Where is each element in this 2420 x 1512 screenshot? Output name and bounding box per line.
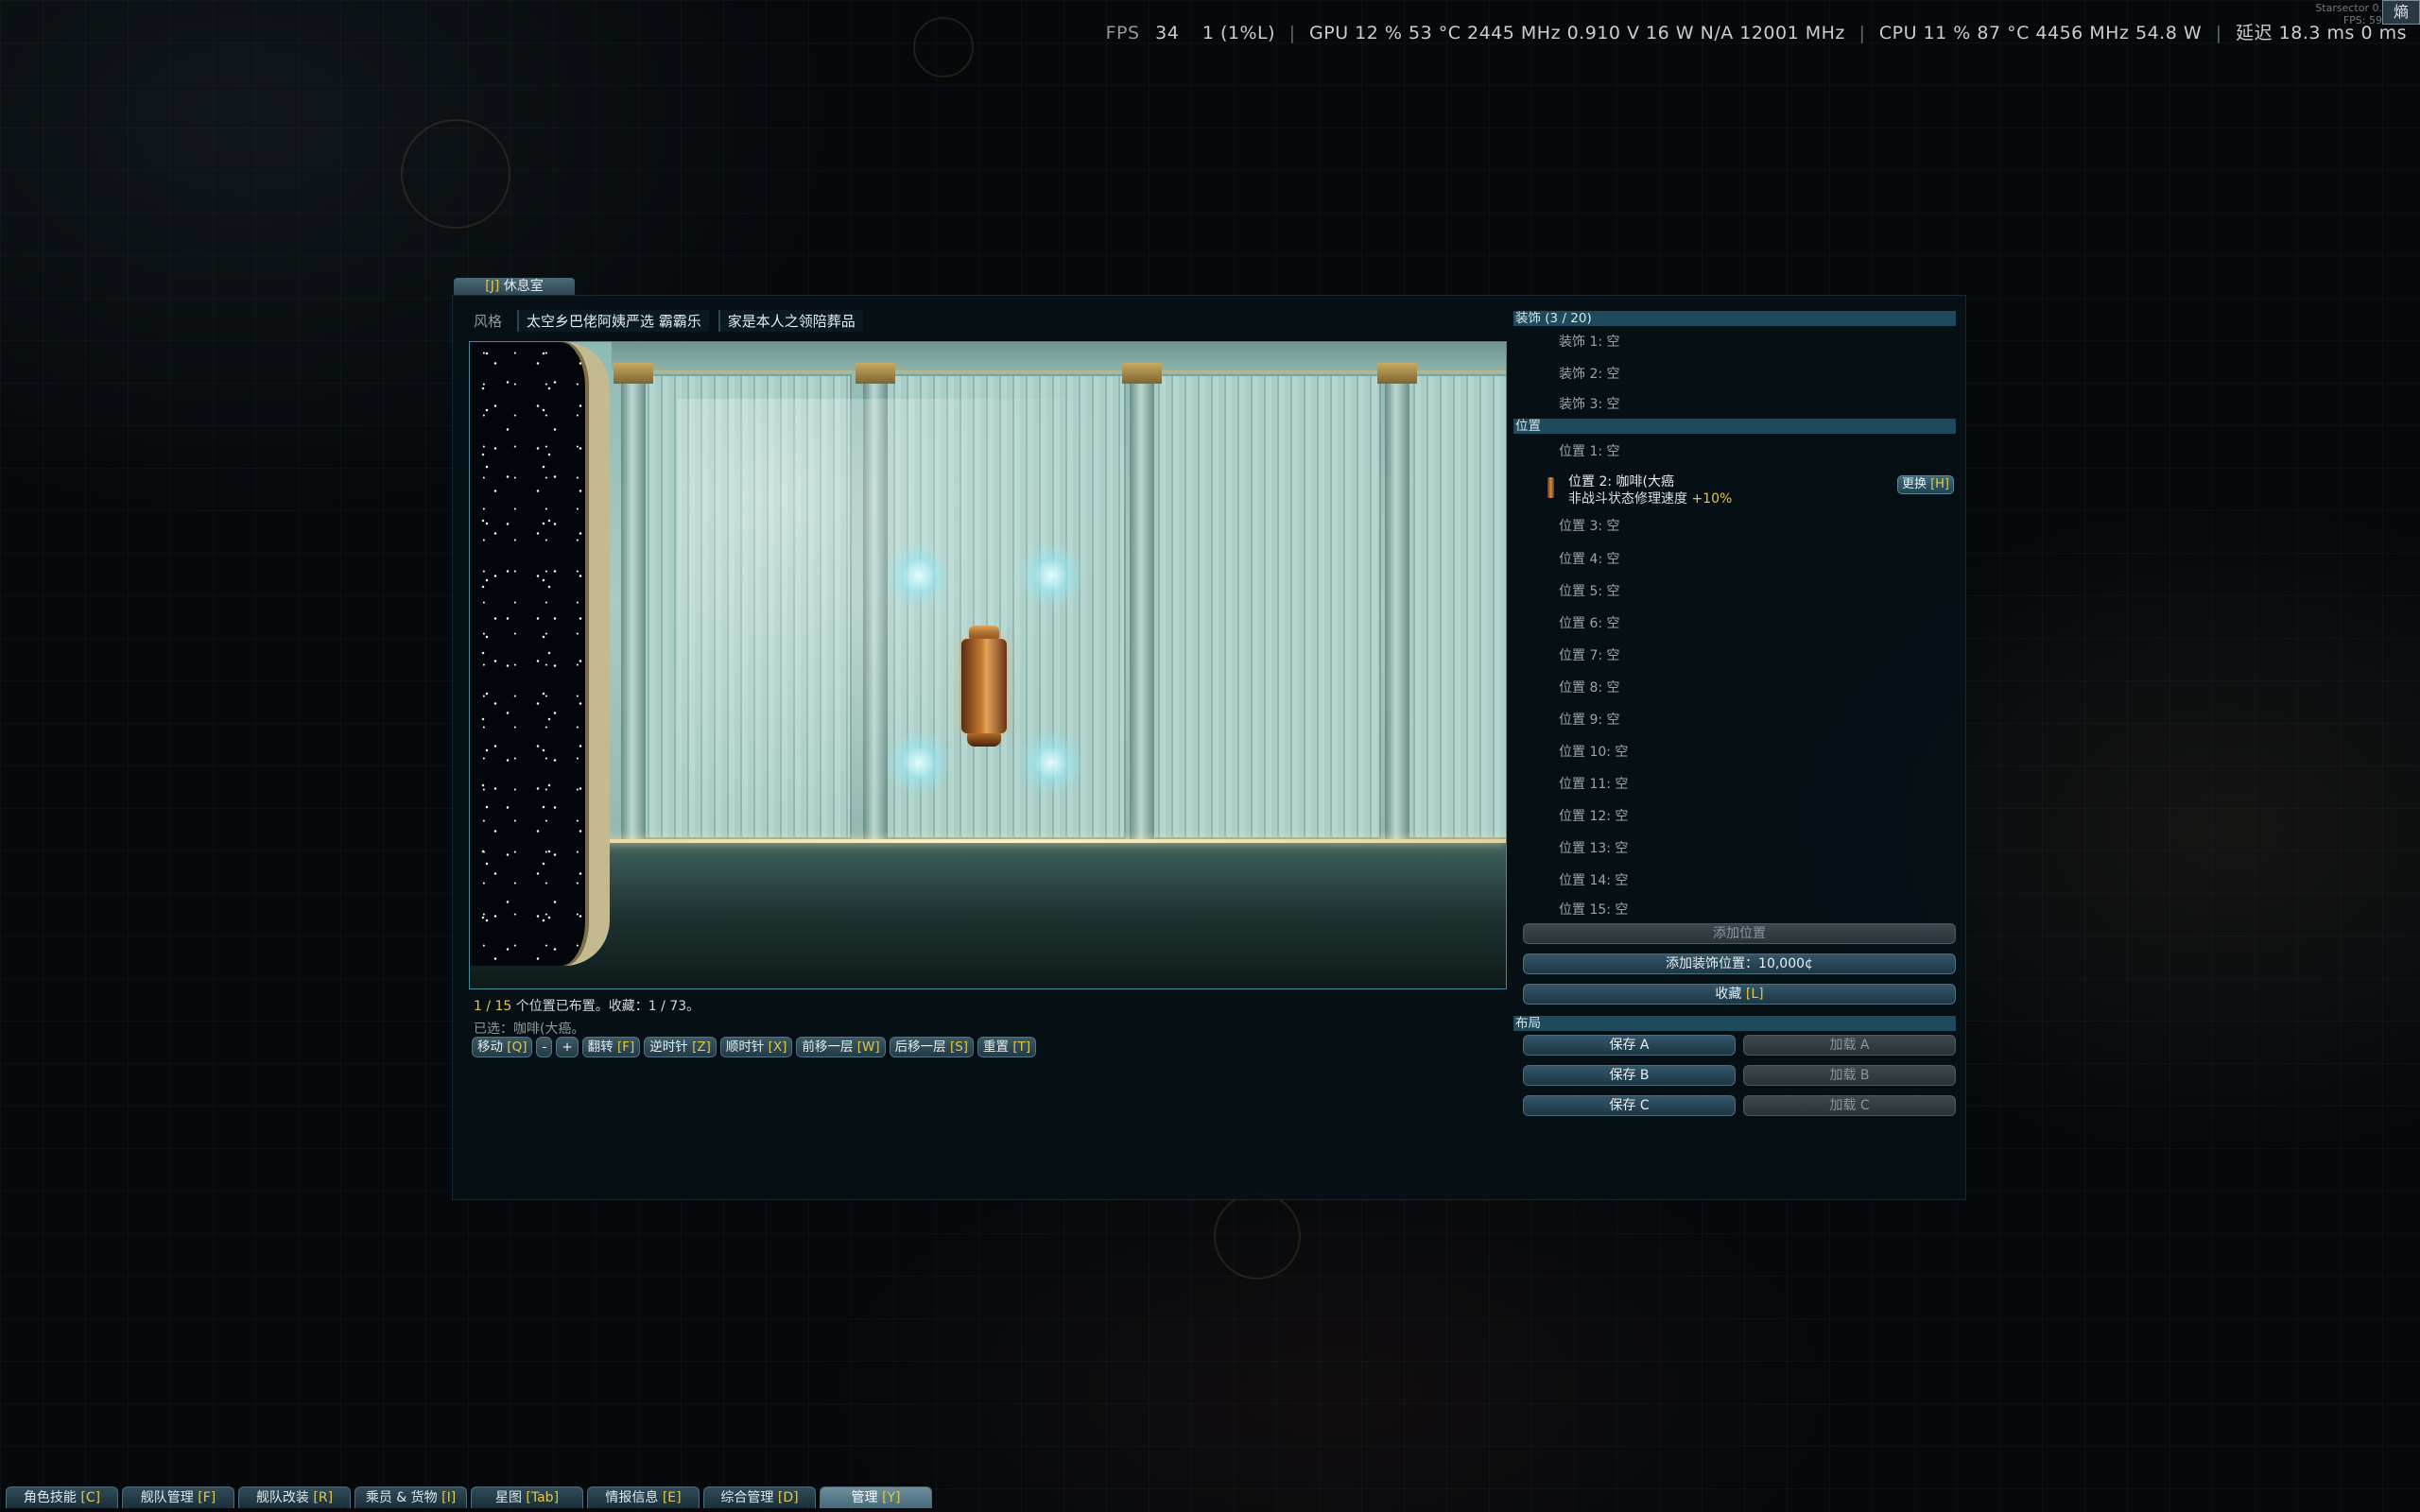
rotate-cw-button[interactable]: 顺时针 [X] [719, 1037, 793, 1057]
fps-value: 34 [1155, 23, 1180, 43]
corner-button[interactable]: 熵 [2382, 0, 2420, 25]
placement-count: 1 / 15 [474, 999, 512, 1014]
action-toolbar: 移动 [Q] - + 翻转 [F] 逆时针 [Z] 顺时针 [X] 前移一层 [… [472, 1037, 1037, 1057]
style-chip-2[interactable]: 家是本人之领陪葬品 [717, 309, 863, 332]
position-slot-8[interactable]: 位置 8: 空 [1513, 672, 1956, 704]
pillar [1377, 363, 1417, 847]
tab-management[interactable]: 管理 [Y] [820, 1486, 932, 1508]
layout-header: 布局 [1513, 1016, 1956, 1031]
floor-light-strip [470, 839, 1506, 843]
position-slot-13[interactable]: 位置 13: 空 [1513, 833, 1956, 865]
map-ring-1 [401, 119, 510, 229]
window-tab-label: 休息室 [503, 279, 544, 294]
save-b-button[interactable]: 保存 B [1523, 1065, 1736, 1086]
load-a-button[interactable]: 加载 A [1743, 1035, 1956, 1056]
coffee-item-icon [1547, 477, 1554, 498]
wall-panel [1406, 374, 1506, 839]
wall-panel [1150, 374, 1381, 839]
decor-slot-1[interactable]: 装饰 1: 空 [1513, 326, 1956, 358]
position-slot-9[interactable]: 位置 9: 空 [1513, 704, 1956, 736]
corner-info-line1: Starsector 0. [2315, 2, 2382, 14]
selection-handle-icon[interactable] [886, 730, 952, 796]
gpu-stats: GPU 12 % 53 °C 2445 MHz 0.910 V 16 W N/A… [1309, 23, 1845, 43]
pillar [1122, 363, 1162, 847]
decor-slot-3[interactable]: 装饰 3: 空 [1513, 390, 1956, 419]
right-panel: 装饰 (3 / 20) 装饰 1: 空 装饰 2: 空 装饰 3: 空 位置 位… [1513, 311, 1956, 1116]
position-slot-14[interactable]: 位置 14: 空 [1513, 865, 1956, 897]
map-ring-3 [1214, 1193, 1301, 1280]
room-floor [470, 842, 1506, 988]
style-row: 风格 太空乡巴佬阿姨严选 霸霸乐 家是本人之领陪葬品 [474, 309, 863, 332]
bring-forward-button[interactable]: 前移一层 [W] [796, 1037, 886, 1057]
wall-panel [640, 374, 852, 839]
repair-bonus: +10% [1691, 491, 1733, 507]
load-c-button[interactable]: 加载 C [1743, 1095, 1956, 1116]
tab-character[interactable]: 角色技能 [C] [6, 1486, 118, 1508]
position-slot-6[interactable]: 位置 6: 空 [1513, 608, 1956, 640]
tab-refit[interactable]: 舰队改装 [R] [238, 1486, 351, 1508]
corner-info-line2: FPS: 59 [2342, 14, 2382, 26]
pillar [856, 363, 895, 847]
wall-frieze [612, 342, 1506, 372]
placement-status: 1 / 15 个位置已布置。收藏：1 / 73。 [474, 996, 700, 1015]
selection-handle-icon[interactable] [1018, 730, 1084, 796]
game-screen: FPS 34 1 (1%L) | GPU 12 % 53 °C 2445 MHz… [0, 0, 2420, 1512]
tab-fleet[interactable]: 舰队管理 [F] [122, 1486, 234, 1508]
position-slot-7[interactable]: 位置 7: 空 [1513, 640, 1956, 672]
corner-info: Starsector 0. FPS: 59 [2315, 2, 2382, 26]
bottom-nav-bar: 角色技能 [C] 舰队管理 [F] 舰队改装 [R] 乘员 & 货物 [I] 星… [6, 1484, 932, 1508]
position-slot-1[interactable]: 位置 1: 空 [1513, 434, 1956, 470]
tab-intel[interactable]: 情报信息 [E] [587, 1486, 700, 1508]
save-a-button[interactable]: 保存 A [1523, 1035, 1736, 1056]
placement-text: 个位置已布置。收藏：1 / 73。 [511, 999, 700, 1014]
style-chip-1[interactable]: 太空乡巴佬阿姨严选 霸霸乐 [517, 309, 709, 332]
rotate-ccw-button[interactable]: 逆时针 [Z] [644, 1037, 717, 1057]
positions-header: 位置 [1513, 419, 1956, 434]
tab-map[interactable]: 星图 [Tab] [471, 1486, 583, 1508]
load-b-button[interactable]: 加载 B [1743, 1065, 1956, 1086]
selection-handle-icon[interactable] [886, 542, 952, 609]
cpu-stats: CPU 11 % 87 °C 4456 MHz 54.8 W [1878, 23, 2203, 43]
selected-item-text: 已选：咖啡(大癌。 [474, 1022, 585, 1037]
position-slot-4[interactable]: 位置 4: 空 [1513, 543, 1956, 576]
window-tab-hotkey: [J] [485, 279, 500, 294]
performance-overlay: FPS 34 1 (1%L) | GPU 12 % 53 °C 2445 MHz… [1105, 23, 2407, 43]
decor-slot-2[interactable]: 装饰 2: 空 [1513, 358, 1956, 390]
map-ring-2 [913, 17, 974, 77]
position-slot-12[interactable]: 位置 12: 空 [1513, 800, 1956, 833]
shrink-button[interactable]: - [536, 1037, 553, 1057]
position-slot-11[interactable]: 位置 11: 空 [1513, 768, 1956, 800]
style-label: 风格 [474, 312, 503, 330]
position-slot-15[interactable]: 位置 15: 空 [1513, 897, 1956, 923]
decor-header: 装饰 (3 / 20) [1513, 311, 1956, 326]
reset-button[interactable]: 重置 [T] [977, 1037, 1037, 1057]
tab-cargo[interactable]: 乘员 & 货物 [I] [354, 1486, 467, 1508]
move-button[interactable]: 移动 [Q] [472, 1037, 533, 1057]
window-tab-lounge[interactable]: [J] 休息室 [454, 278, 575, 295]
tab-command[interactable]: 综合管理 [D] [703, 1486, 816, 1508]
pillar [614, 363, 653, 847]
fps-label: FPS [1105, 23, 1140, 43]
position-slot-2[interactable]: 位置 2: 咖啡(大癌 非战斗状态修理速度 +10% 更换 [H] [1513, 470, 1956, 517]
favorite-button[interactable]: 收藏 [L] [1523, 984, 1956, 1005]
space-window [470, 342, 610, 966]
position-slot-5[interactable]: 位置 5: 空 [1513, 576, 1956, 608]
add-position-button[interactable]: 添加位置 [1523, 923, 1956, 944]
send-backward-button[interactable]: 后移一层 [S] [889, 1037, 975, 1057]
position-slot-10[interactable]: 位置 10: 空 [1513, 736, 1956, 768]
position-slot-2-desc: 非战斗状态修理速度 +10% [1568, 491, 1733, 507]
coffee-lantern-decoration[interactable] [959, 626, 1009, 748]
flip-button[interactable]: 翻转 [F] [581, 1037, 641, 1057]
lounge-window: 风格 太空乡巴佬阿姨严选 霸霸乐 家是本人之领陪葬品 1 / 15 个位置已布置… [452, 295, 1966, 1200]
room-preview[interactable] [469, 341, 1507, 989]
position-slot-3[interactable]: 位置 3: 空 [1513, 517, 1956, 543]
grow-button[interactable]: + [556, 1037, 579, 1057]
save-c-button[interactable]: 保存 C [1523, 1095, 1736, 1116]
selection-handle-icon[interactable] [1018, 542, 1084, 609]
add-decor-slot-button[interactable]: 添加装饰位置：10,000¢ [1523, 954, 1956, 974]
replace-button[interactable]: 更换 [H] [1896, 475, 1954, 494]
fps-low: 1 (1%L) [1201, 23, 1276, 43]
